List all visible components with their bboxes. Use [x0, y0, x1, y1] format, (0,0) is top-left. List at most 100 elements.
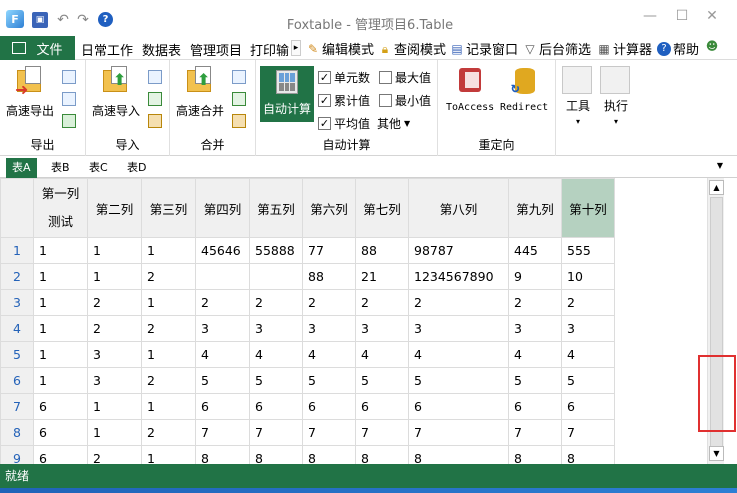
table-cell[interactable]: 7 [508, 419, 562, 446]
background-filter-button[interactable]: ▽ 后台筛选 [523, 39, 591, 59]
table-cell[interactable]: 1 [87, 419, 142, 446]
table-row[interactable]: 76116666666 [0, 393, 615, 420]
users-icon[interactable]: ☻ [705, 39, 719, 53]
column-header[interactable]: 第一列 测试 [33, 178, 88, 238]
table-row[interactable]: 51314444444 [0, 341, 615, 368]
fast-import-button[interactable]: ⬆ 高速导入 [92, 66, 140, 119]
import-db-icon[interactable] [148, 114, 162, 128]
table-cell[interactable]: 6 [355, 393, 409, 420]
table-cell[interactable]: 1 [87, 393, 142, 420]
table-cell[interactable]: 4 [302, 341, 356, 368]
table-cell[interactable]: 2 [302, 289, 356, 316]
merge-xml-icon[interactable] [232, 92, 246, 106]
table-cell[interactable]: 1234567890 [408, 263, 509, 290]
table-cell[interactable]: 6 [508, 393, 562, 420]
scroll-down-icon[interactable]: ▼ [709, 446, 724, 461]
table-cell[interactable]: 2 [87, 289, 142, 316]
table-cell[interactable]: 1 [33, 263, 88, 290]
average-checkbox[interactable]: ✓ 平均值 [318, 115, 370, 132]
table-cell[interactable]: 1 [141, 393, 196, 420]
row-number[interactable]: 6 [0, 367, 34, 394]
column-header[interactable]: 第四列 [195, 178, 250, 238]
table-cell[interactable]: 4 [561, 341, 615, 368]
table-cell[interactable]: 1 [141, 237, 196, 264]
table-cell[interactable]: 1 [33, 341, 88, 368]
table-row[interactable]: 86127777777 [0, 419, 615, 446]
column-header-selected[interactable]: 第十列 [561, 178, 615, 238]
table-cell[interactable]: 7 [355, 419, 409, 446]
toaccess-button[interactable]: ToAccess [446, 66, 494, 113]
column-header[interactable]: 第五列 [249, 178, 303, 238]
undo-icon[interactable]: ↶ [55, 12, 71, 28]
export-xml-icon[interactable] [62, 92, 76, 106]
table-cell[interactable]: 88 [355, 237, 409, 264]
table-cell[interactable]: 4 [408, 341, 509, 368]
table-cell[interactable]: 1 [141, 341, 196, 368]
menu-overflow-arrow-icon[interactable]: ▸ [291, 40, 301, 56]
table-cell[interactable]: 2 [87, 315, 142, 342]
table-cell[interactable]: 5 [508, 367, 562, 394]
table-cell[interactable]: 3 [302, 315, 356, 342]
table-cell[interactable]: 7 [408, 419, 509, 446]
export-txt-icon[interactable] [62, 70, 76, 84]
table-cell[interactable]: 2 [141, 263, 196, 290]
menu-manage-project[interactable]: 管理项目 [190, 40, 242, 59]
column-header[interactable]: 第八列 [408, 178, 509, 238]
table-cell[interactable]: 8 [195, 445, 250, 464]
tab-table-b[interactable]: 表B [45, 158, 76, 178]
table-cell[interactable]: 3 [561, 315, 615, 342]
table-cell[interactable]: 4 [355, 341, 409, 368]
table-cell[interactable]: 1 [87, 237, 142, 264]
table-cell[interactable]: 7 [561, 419, 615, 446]
table-cell[interactable]: 7 [249, 419, 303, 446]
table-cell[interactable]: 8 [302, 445, 356, 464]
table-cell[interactable]: 8 [249, 445, 303, 464]
table-cell[interactable]: 5 [302, 367, 356, 394]
row-number[interactable]: 8 [0, 419, 34, 446]
table-cell[interactable]: 3 [87, 341, 142, 368]
table-cell[interactable]: 8 [561, 445, 615, 464]
calculator-button[interactable]: ▦ 计算器 [597, 39, 652, 59]
exec-button[interactable]: 执行 ▾ [598, 60, 634, 156]
table-cell[interactable]: 3 [195, 315, 250, 342]
file-menu[interactable]: 文件 [0, 36, 75, 60]
table-cell[interactable]: 6 [33, 419, 88, 446]
table-row[interactable]: 1 1 1 1 45646 55888 77 88 98787 445 555 [0, 237, 615, 264]
table-cell[interactable]: 5 [249, 367, 303, 394]
redo-icon[interactable]: ↷ [75, 12, 91, 28]
merge-txt-icon[interactable] [232, 70, 246, 84]
scroll-up-icon[interactable]: ▲ [709, 180, 724, 195]
table-cell[interactable]: 4 [195, 341, 250, 368]
row-number[interactable]: 5 [0, 341, 34, 368]
table-cell[interactable]: 6 [33, 393, 88, 420]
table-row[interactable]: 61325555555 [0, 367, 615, 394]
table-cell[interactable]: 1 [33, 289, 88, 316]
table-cell[interactable]: 6 [33, 445, 88, 464]
other-dropdown[interactable]: 其他 ▼ [377, 115, 410, 132]
row-number[interactable]: 1 [0, 237, 34, 264]
table-cell[interactable]: 77 [302, 237, 356, 264]
table-cell[interactable]: 2 [561, 289, 615, 316]
tools-button[interactable]: 工具 ▾ [560, 60, 596, 156]
table-cell[interactable]: 5 [408, 367, 509, 394]
maximize-icon[interactable]: ☐ [672, 8, 692, 24]
table-cell[interactable]: 21 [355, 263, 409, 290]
table-cell[interactable]: 4 [249, 341, 303, 368]
table-cell[interactable]: 3 [408, 315, 509, 342]
table-cell[interactable]: 8 [508, 445, 562, 464]
table-cell[interactable]: 2 [508, 289, 562, 316]
table-cell[interactable] [249, 263, 303, 290]
menu-daily-work[interactable]: 日常工作 [81, 40, 133, 59]
fast-export-button[interactable]: ➜ 高速导出 [6, 66, 54, 119]
table-cell[interactable]: 3 [87, 367, 142, 394]
corner-cell[interactable] [0, 178, 34, 238]
row-number[interactable]: 3 [0, 289, 34, 316]
table-row[interactable]: 41223333333 [0, 315, 615, 342]
table-cell[interactable]: 1 [33, 315, 88, 342]
app-icon[interactable]: F [6, 10, 24, 28]
table-cell[interactable]: 4 [508, 341, 562, 368]
import-xml-icon[interactable] [148, 92, 162, 106]
table-cell[interactable] [195, 263, 250, 290]
table-cell[interactable]: 2 [141, 315, 196, 342]
table-cell[interactable]: 3 [249, 315, 303, 342]
